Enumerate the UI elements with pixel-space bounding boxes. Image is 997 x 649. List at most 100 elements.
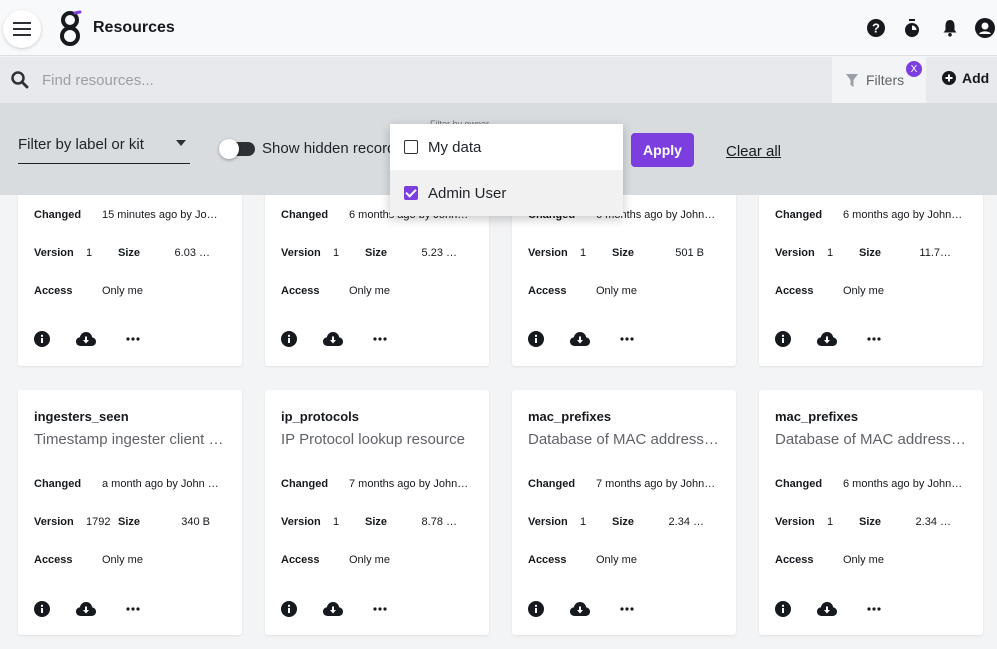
bell-icon[interactable] (940, 18, 960, 38)
cloud-download-icon[interactable] (570, 602, 590, 616)
page-title: Resources (93, 19, 175, 36)
label-kit-select[interactable]: Filter by label or kit (18, 136, 190, 164)
size-label: Size (365, 247, 388, 259)
info-icon[interactable] (528, 601, 544, 617)
more-options-icon[interactable] (620, 607, 634, 611)
owner-option-admin-user[interactable]: Admin User (390, 170, 623, 216)
plus-circle-icon (942, 71, 956, 85)
svg-text:?: ? (872, 21, 880, 36)
toggle-knob (219, 139, 239, 159)
top-bar: Resources ? (0, 0, 997, 56)
size-label: Size (118, 247, 141, 259)
resource-card[interactable]: mac_prefixes Database of MAC address… Ch… (512, 390, 736, 635)
size-label: Size (118, 516, 141, 528)
more-options-icon[interactable] (126, 337, 140, 341)
filters-label: Filters (866, 72, 905, 88)
size-label: Size (612, 247, 635, 259)
changed-label: Changed (281, 478, 329, 490)
version-value: 1 (333, 247, 340, 259)
access-label: Access (775, 554, 814, 566)
changed-label: Changed (528, 478, 576, 490)
info-icon[interactable] (775, 331, 791, 347)
version-label: Version (528, 516, 568, 528)
access-label: Access (775, 285, 814, 297)
changed-value: 6 months ago by John… (843, 209, 963, 221)
size-value: 340 B (181, 516, 210, 528)
changed-label: Changed (775, 478, 823, 490)
show-hidden-label: Show hidden records (262, 140, 403, 157)
more-options-icon[interactable] (867, 607, 881, 611)
resource-card[interactable]: ingesters_seen Timestamp ingester client… (18, 390, 242, 635)
clear-all-link[interactable]: Clear all (726, 143, 781, 160)
changed-label: Changed (34, 478, 82, 490)
size-label: Size (612, 516, 635, 528)
access-value: Only me (349, 554, 390, 566)
resource-name: mac_prefixes (775, 409, 859, 424)
info-icon[interactable] (281, 331, 297, 347)
more-options-icon[interactable] (373, 337, 387, 341)
version-value: 1 (580, 516, 587, 528)
cloud-download-icon[interactable] (76, 602, 96, 616)
info-icon[interactable] (281, 601, 297, 617)
search-input[interactable] (42, 67, 802, 93)
apply-button[interactable]: Apply (631, 133, 694, 167)
owner-option-label: Admin User (428, 184, 507, 202)
size-value: 11.7… (919, 247, 951, 259)
size-value: 2.34 … (915, 516, 951, 528)
cloud-download-icon[interactable] (817, 602, 837, 616)
resource-card[interactable]: Changed 6 months ago by John… Version 1 Siz… (759, 170, 983, 366)
version-value: 1792 (86, 516, 111, 528)
caret-down-icon (176, 140, 186, 146)
info-icon[interactable] (34, 601, 50, 617)
cloud-download-icon[interactable] (323, 332, 343, 346)
changed-value: 6 months ago by John… (843, 478, 963, 490)
show-hidden-toggle[interactable] (219, 139, 255, 159)
cloud-download-icon[interactable] (323, 602, 343, 616)
info-icon[interactable] (34, 331, 50, 347)
resource-description: Database of MAC address… (775, 431, 966, 448)
more-options-icon[interactable] (126, 607, 140, 611)
owner-option-label: My data (428, 138, 482, 156)
owner-dropdown-menu: My data Admin User (390, 124, 623, 216)
checkbox-unchecked[interactable] (404, 140, 418, 154)
cloud-download-icon[interactable] (76, 332, 96, 346)
access-value: Only me (349, 285, 390, 297)
filters-button[interactable]: Filters X (832, 57, 926, 103)
more-options-icon[interactable] (620, 337, 634, 341)
version-label: Version (775, 516, 815, 528)
account-icon[interactable] (975, 18, 995, 38)
access-value: Only me (596, 554, 637, 566)
changed-value: 15 minutes ago by Jo… (102, 209, 218, 221)
size-label: Size (365, 516, 388, 528)
checkbox-checked[interactable] (404, 186, 418, 200)
info-icon[interactable] (528, 331, 544, 347)
resource-card[interactable]: ip_protocols IP Protocol lookup resource… (265, 390, 489, 635)
changed-label: Changed (775, 209, 823, 221)
cloud-download-icon[interactable] (570, 332, 590, 346)
owner-option-my-data[interactable]: My data (390, 124, 623, 170)
size-value: 2.34 … (668, 516, 704, 528)
cloud-download-icon[interactable] (817, 332, 837, 346)
version-value: 1 (827, 516, 834, 528)
version-value: 1 (333, 516, 340, 528)
menu-button[interactable] (3, 10, 41, 48)
help-icon[interactable]: ? (866, 18, 886, 38)
timer-icon[interactable] (902, 18, 922, 38)
access-value: Only me (102, 554, 143, 566)
resource-card[interactable]: mac_prefixes Database of MAC address… Ch… (759, 390, 983, 635)
resource-name: mac_prefixes (528, 409, 612, 424)
more-options-icon[interactable] (373, 607, 387, 611)
filter-count-badge[interactable]: X (906, 61, 922, 77)
changed-value: 7 months ago by John… (349, 478, 469, 490)
version-label: Version (281, 247, 321, 259)
access-label: Access (34, 554, 73, 566)
resource-card[interactable]: Changed 15 minutes ago by Jo… Version 1 Siz… (18, 170, 242, 366)
info-icon[interactable] (775, 601, 791, 617)
more-options-icon[interactable] (867, 337, 881, 341)
version-label: Version (528, 247, 568, 259)
logo-icon (60, 10, 82, 46)
add-button[interactable]: Add (942, 70, 989, 86)
add-label: Add (962, 70, 990, 86)
funnel-icon (846, 73, 858, 87)
resource-name: ip_protocols (281, 409, 360, 424)
